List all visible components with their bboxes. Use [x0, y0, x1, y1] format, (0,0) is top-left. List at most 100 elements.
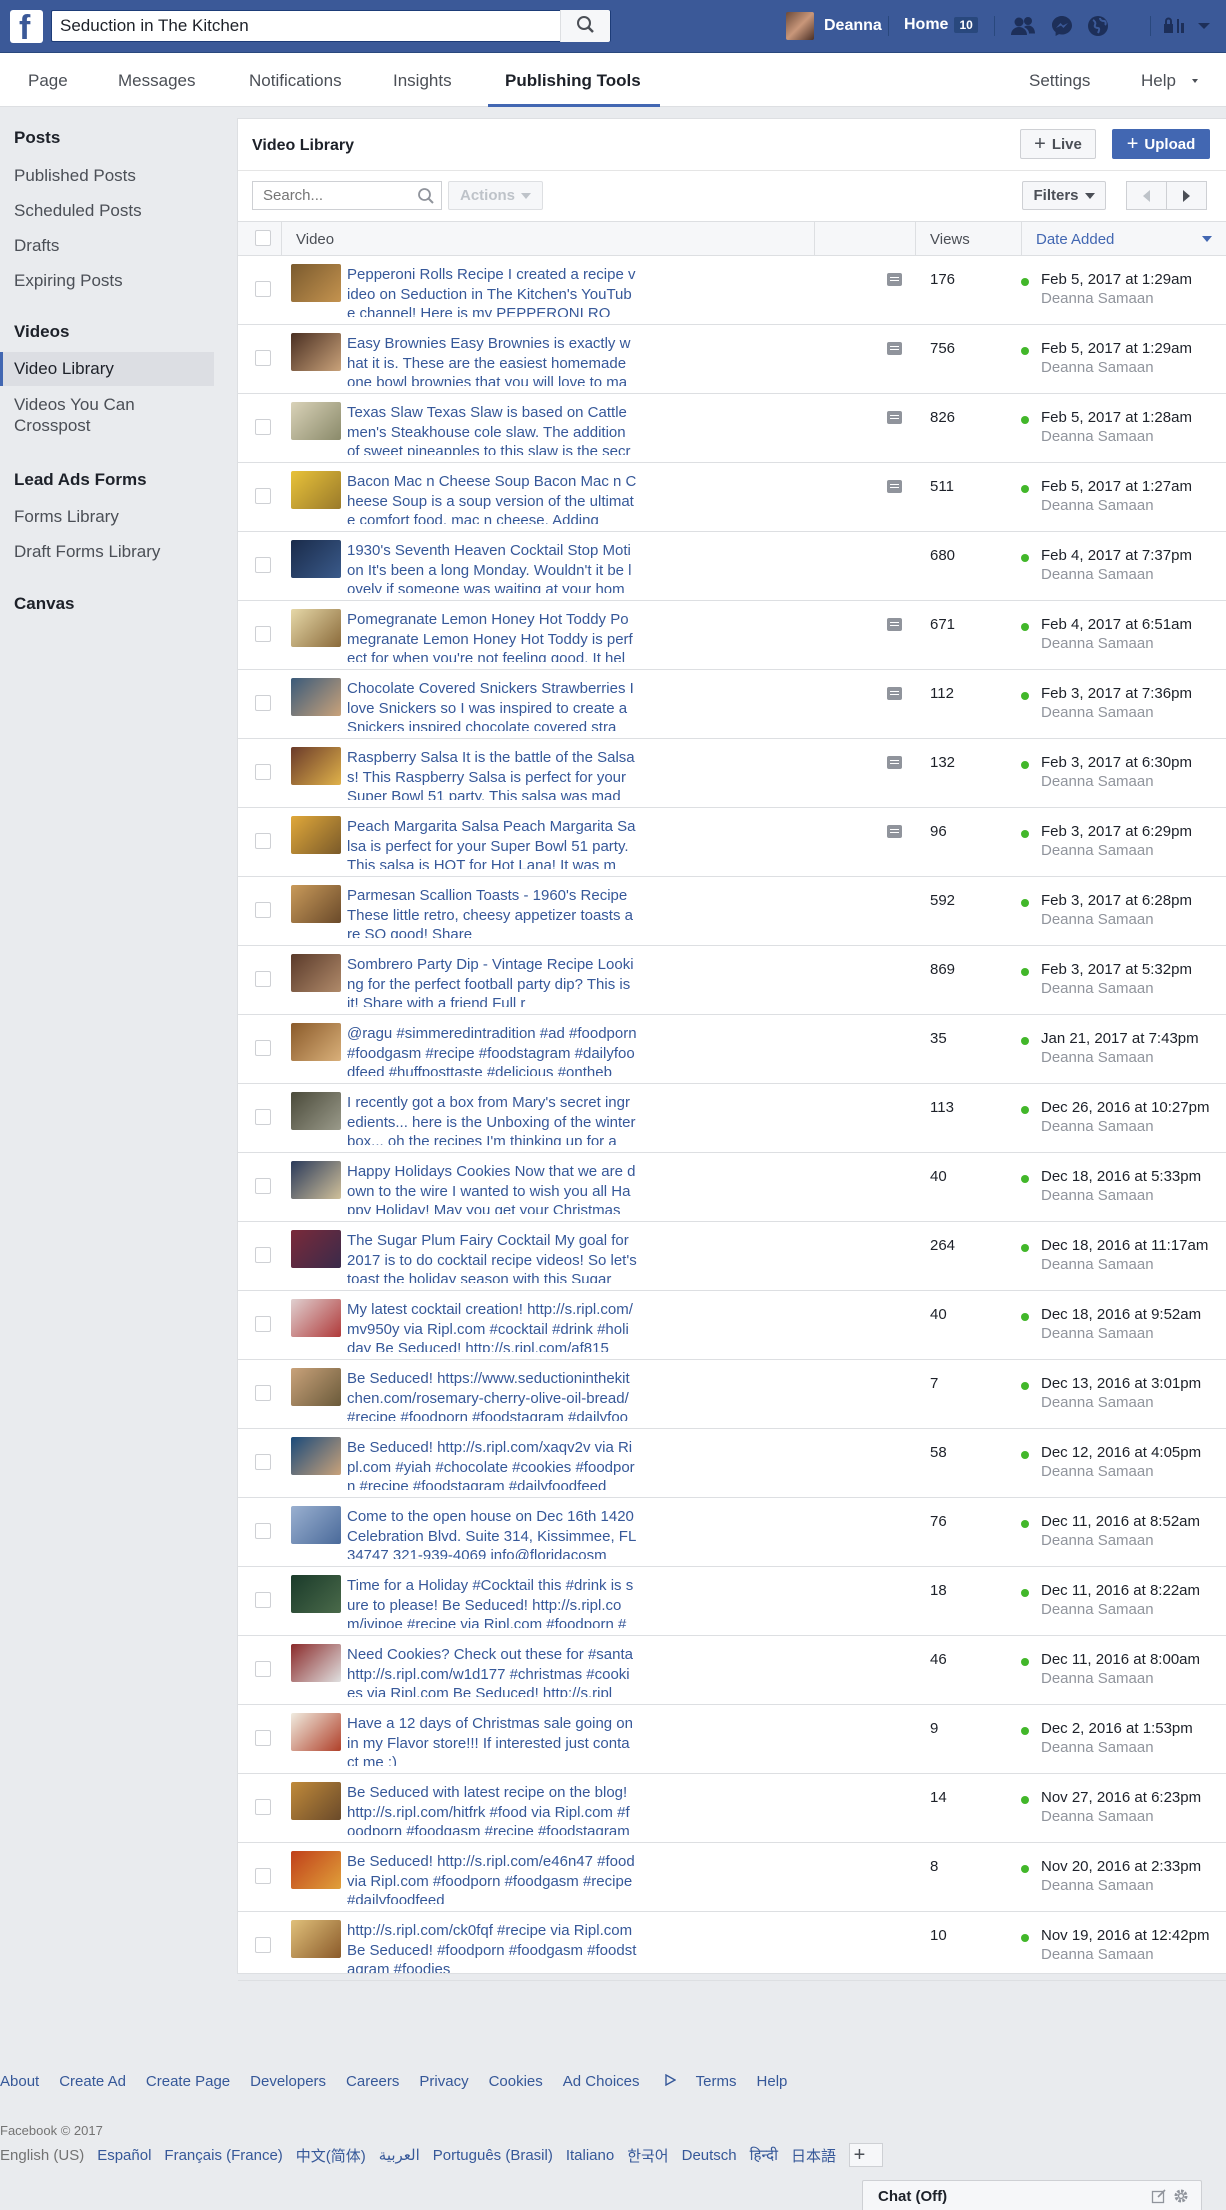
video-title-link[interactable]: Raspberry Salsa It is the battle of the …	[347, 748, 637, 800]
language-link[interactable]: Français (France)	[164, 2147, 282, 2164]
row-checkbox[interactable]	[255, 1523, 271, 1539]
profile-link[interactable]: Deanna	[786, 10, 882, 42]
language-link[interactable]: Português (Brasil)	[433, 2147, 553, 2164]
row-checkbox[interactable]	[255, 1109, 271, 1125]
video-thumbnail[interactable]	[291, 747, 341, 785]
video-thumbnail[interactable]	[291, 1368, 341, 1406]
table-row[interactable]: @ragu #simmeredintradition #ad #foodporn…	[238, 1015, 1226, 1084]
footer-link-privacy[interactable]: Privacy	[419, 2073, 468, 2090]
footer-link-help[interactable]: Help	[757, 2073, 788, 2090]
row-checkbox[interactable]	[255, 971, 271, 987]
notifications-globe-icon[interactable]	[1084, 13, 1112, 39]
row-checkbox[interactable]	[255, 281, 271, 297]
table-row[interactable]: Be Seduced! http://s.ripl.com/xaqv2v via…	[238, 1429, 1226, 1498]
language-link[interactable]: Italiano	[566, 2147, 614, 2164]
video-title-link[interactable]: Chocolate Covered Snickers Strawberries …	[347, 679, 637, 731]
row-checkbox[interactable]	[255, 902, 271, 918]
table-row[interactable]: Bacon Mac n Cheese Soup Bacon Mac n Chee…	[238, 463, 1226, 532]
video-title-link[interactable]: Have a 12 days of Christmas sale going o…	[347, 1714, 637, 1766]
video-title-link[interactable]: Be Seduced! https://www.seductionintheki…	[347, 1369, 637, 1421]
video-thumbnail[interactable]	[291, 1713, 341, 1751]
footer-link-about[interactable]: About	[0, 2073, 39, 2090]
video-thumbnail[interactable]	[291, 540, 341, 578]
sidebar-item-draft-forms-library[interactable]: Draft Forms Library	[14, 541, 160, 562]
language-link[interactable]: Deutsch	[682, 2147, 737, 2164]
row-checkbox[interactable]	[255, 1799, 271, 1815]
sidebar-item-expiring-posts[interactable]: Expiring Posts	[14, 270, 123, 291]
row-checkbox[interactable]	[255, 1661, 271, 1677]
table-row[interactable]: Pepperoni Rolls Recipe I created a recip…	[238, 256, 1226, 325]
table-row[interactable]: Pomegranate Lemon Honey Hot Toddy Pomegr…	[238, 601, 1226, 670]
video-title-link[interactable]: Time for a Holiday #Cocktail this #drink…	[347, 1576, 637, 1628]
language-link[interactable]: 日本語	[791, 2145, 836, 2166]
video-thumbnail[interactable]	[291, 1506, 341, 1544]
new-message-icon[interactable]	[1151, 2188, 1167, 2204]
row-checkbox[interactable]	[255, 1040, 271, 1056]
row-checkbox[interactable]	[255, 764, 271, 780]
table-row[interactable]: Chocolate Covered Snickers Strawberries …	[238, 670, 1226, 739]
video-title-link[interactable]: Be Seduced with latest recipe on the blo…	[347, 1783, 637, 1835]
video-title-link[interactable]: The Sugar Plum Fairy Cocktail My goal fo…	[347, 1231, 637, 1283]
column-header-views[interactable]: Views	[930, 231, 970, 248]
footer-link-create-page[interactable]: Create Page	[146, 2073, 230, 2090]
video-title-link[interactable]: @ragu #simmeredintradition #ad #foodporn…	[347, 1024, 637, 1076]
row-checkbox[interactable]	[255, 833, 271, 849]
table-row[interactable]: Come to the open house on Dec 16th 1420 …	[238, 1498, 1226, 1567]
footer-link-careers[interactable]: Careers	[346, 2073, 399, 2090]
row-checkbox[interactable]	[255, 557, 271, 573]
video-title-link[interactable]: Pepperoni Rolls Recipe I created a recip…	[347, 265, 637, 317]
footer-link-terms[interactable]: Terms	[696, 2073, 737, 2090]
video-thumbnail[interactable]	[291, 1437, 341, 1475]
table-row[interactable]: Be Seduced! https://www.seductionintheki…	[238, 1360, 1226, 1429]
video-thumbnail[interactable]	[291, 402, 341, 440]
video-title-link[interactable]: Texas Slaw Texas Slaw is based on Cattle…	[347, 403, 637, 455]
tab-help[interactable]: Help	[1141, 71, 1201, 91]
table-row[interactable]: I recently got a box from Mary's secret …	[238, 1084, 1226, 1153]
video-thumbnail[interactable]	[291, 1161, 341, 1199]
messenger-icon[interactable]	[1048, 13, 1076, 39]
table-row[interactable]: 1930's Seventh Heaven Cocktail Stop Moti…	[238, 532, 1226, 601]
video-title-link[interactable]: Sombrero Party Dip - Vintage Recipe Look…	[347, 955, 637, 1007]
video-title-link[interactable]: Be Seduced! http://s.ripl.com/e46n47 #fo…	[347, 1852, 637, 1904]
row-checkbox[interactable]	[255, 488, 271, 504]
row-checkbox[interactable]	[255, 1385, 271, 1401]
table-row[interactable]: Sombrero Party Dip - Vintage Recipe Look…	[238, 946, 1226, 1015]
video-thumbnail[interactable]	[291, 1782, 341, 1820]
table-row[interactable]: Happy Holidays Cookies Now that we are d…	[238, 1153, 1226, 1222]
row-checkbox[interactable]	[255, 1730, 271, 1746]
footer-link-developers[interactable]: Developers	[250, 2073, 326, 2090]
table-row[interactable]: My latest cocktail creation! http://s.ri…	[238, 1291, 1226, 1360]
table-row[interactable]: Easy Brownies Easy Brownies is exactly w…	[238, 325, 1226, 394]
more-languages-button[interactable]: +	[849, 2143, 883, 2167]
sidebar-item-video-library[interactable]: Video Library	[0, 352, 214, 386]
video-thumbnail[interactable]	[291, 333, 341, 371]
video-search-input[interactable]	[253, 182, 413, 209]
video-title-link[interactable]: 1930's Seventh Heaven Cocktail Stop Moti…	[347, 541, 637, 593]
table-row[interactable]: The Sugar Plum Fairy Cocktail My goal fo…	[238, 1222, 1226, 1291]
row-checkbox[interactable]	[255, 419, 271, 435]
table-row[interactable]: Peach Margarita Salsa Peach Margarita Sa…	[238, 808, 1226, 877]
video-title-link[interactable]: http://s.ripl.com/ck0fqf #recipe via Rip…	[347, 1921, 637, 1973]
video-thumbnail[interactable]	[291, 1023, 341, 1061]
video-thumbnail[interactable]	[291, 816, 341, 854]
video-thumbnail[interactable]	[291, 1299, 341, 1337]
table-row[interactable]: http://s.ripl.com/ck0fqf #recipe via Rip…	[238, 1912, 1226, 1981]
video-thumbnail[interactable]	[291, 678, 341, 716]
video-thumbnail[interactable]	[291, 1920, 341, 1958]
row-checkbox[interactable]	[255, 1316, 271, 1332]
footer-link-ad-choices[interactable]: Ad Choices	[563, 2073, 677, 2090]
video-thumbnail[interactable]	[291, 609, 341, 647]
chat-bar[interactable]: Chat (Off)	[862, 2180, 1202, 2210]
row-checkbox[interactable]	[255, 626, 271, 642]
footer-link-create-ad[interactable]: Create Ad	[59, 2073, 126, 2090]
filters-dropdown[interactable]: Filters	[1022, 181, 1106, 210]
select-all-checkbox[interactable]	[255, 230, 271, 246]
table-row[interactable]: Time for a Holiday #Cocktail this #drink…	[238, 1567, 1226, 1636]
home-link[interactable]: Home 10	[904, 16, 978, 34]
video-title-link[interactable]: Be Seduced! http://s.ripl.com/xaqv2v via…	[347, 1438, 637, 1490]
sidebar-item-scheduled-posts[interactable]: Scheduled Posts	[14, 200, 142, 221]
row-checkbox[interactable]	[255, 1247, 271, 1263]
video-title-link[interactable]: Come to the open house on Dec 16th 1420 …	[347, 1507, 637, 1559]
column-header-date-added[interactable]: Date Added	[1036, 231, 1114, 248]
language-link[interactable]: हिन्दी	[750, 2145, 778, 2165]
